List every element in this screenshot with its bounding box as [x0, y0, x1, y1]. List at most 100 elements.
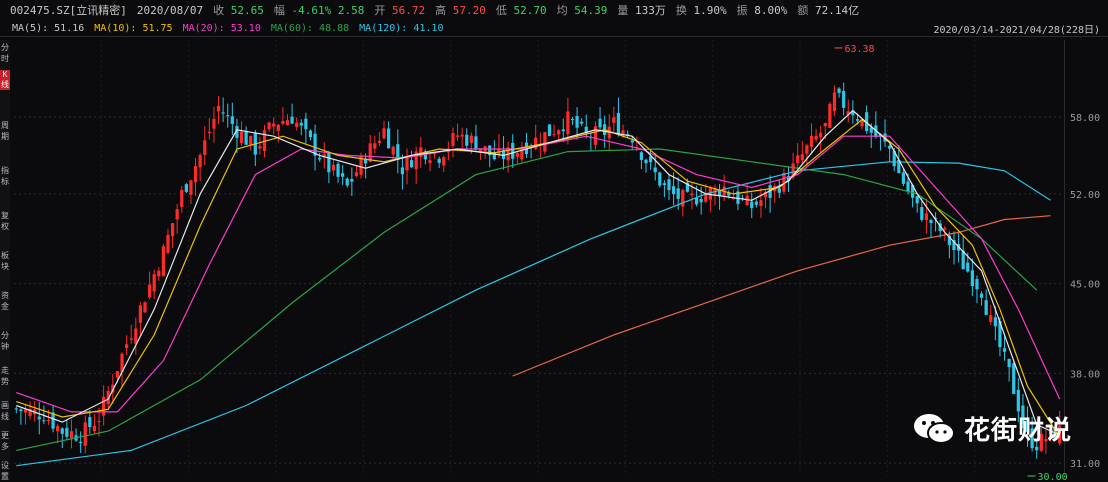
candle-body-134 — [630, 140, 634, 143]
candle-body-210 — [979, 293, 984, 298]
candle-body-100 — [474, 136, 478, 150]
candle-body-144 — [676, 188, 680, 199]
candle-body-18 — [97, 421, 101, 423]
candle-body-99 — [469, 135, 473, 143]
candle-body-173 — [809, 135, 814, 147]
candle-body-222 — [1035, 446, 1039, 451]
candle-body-32 — [161, 246, 165, 277]
candle-body-120 — [566, 111, 570, 135]
candle-body-73 — [350, 178, 354, 182]
candle-body-49 — [239, 131, 244, 144]
candle-body-171 — [800, 154, 804, 161]
candle-body-176 — [823, 123, 827, 127]
candle-body-35 — [175, 209, 179, 220]
candle-body-218 — [1016, 389, 1020, 412]
candle-body-95 — [451, 133, 455, 146]
candle-body-139 — [653, 167, 657, 173]
candle-body-96 — [455, 135, 460, 137]
candle-body-28 — [143, 302, 147, 313]
candle-body-55 — [267, 122, 271, 130]
candle-body-82 — [391, 146, 395, 155]
candle-body-19 — [102, 396, 106, 416]
candle-body-213 — [993, 317, 997, 327]
y-tick-label-0: 58.00 — [1070, 113, 1100, 124]
candle-body-71 — [341, 173, 345, 177]
candle-body-51 — [249, 135, 253, 145]
candle-body-42 — [207, 131, 211, 134]
candle-body-198 — [924, 213, 929, 221]
candle-body-90 — [428, 160, 432, 164]
candle-body-141 — [662, 183, 667, 186]
candle-body-178 — [832, 92, 837, 112]
candle-body-16 — [88, 417, 92, 428]
kline-chart: 58.00 52.00 45.00 38.00 31.00 63.38 30.00 — [0, 36, 1108, 480]
candle-body-131 — [616, 112, 621, 135]
candle-body-147 — [690, 193, 694, 196]
candle-body-109 — [515, 153, 519, 157]
candle-body-53 — [258, 146, 262, 149]
candle-body-38 — [189, 180, 193, 195]
candle-body-9 — [56, 426, 60, 432]
ma250-line — [512, 215, 1051, 377]
candle-body-196 — [915, 196, 919, 204]
y-tick-label-1: 52.00 — [1070, 190, 1100, 201]
candle-body-118 — [557, 130, 561, 135]
watermark: 花街财说 — [912, 410, 1072, 447]
candle-body-160 — [750, 201, 754, 209]
candle-body-14 — [79, 441, 83, 444]
candle-body-212 — [989, 315, 993, 322]
candle-body-30 — [152, 274, 156, 292]
candle-body-47 — [230, 116, 234, 124]
candle-body-175 — [819, 132, 823, 138]
candle-body-80 — [382, 128, 386, 139]
candle-body-2 — [23, 409, 28, 413]
candle-body-50 — [244, 131, 248, 145]
candle-body-150 — [704, 194, 708, 202]
candle-body-193 — [901, 172, 906, 184]
price-marker-label-0: 63.38 — [844, 44, 874, 55]
candle-body-63 — [304, 118, 308, 130]
y-tick-label-2: 45.00 — [1070, 280, 1100, 291]
candle-body-92 — [437, 158, 441, 163]
candle-body-110 — [520, 149, 524, 160]
candle-body-97 — [460, 134, 464, 137]
candle-body-177 — [828, 103, 832, 128]
candle-body-149 — [699, 199, 703, 203]
candle-body-29 — [147, 284, 152, 298]
candle-body-190 — [888, 145, 892, 149]
candle-body-98 — [465, 134, 469, 146]
candle-body-180 — [842, 90, 846, 108]
candle-body-11 — [65, 427, 69, 437]
candle-body-77 — [368, 143, 372, 162]
candle-body-215 — [1002, 348, 1007, 352]
candle-body-1 — [19, 409, 23, 412]
candle-body-208 — [970, 270, 974, 287]
candle-body-127 — [598, 118, 602, 128]
candle-body-60 — [290, 116, 294, 124]
candle-body-10 — [60, 428, 64, 434]
candle-body-36 — [180, 189, 184, 208]
candle-body-194 — [906, 181, 910, 192]
candle-body-17 — [92, 425, 97, 432]
candle-body-117 — [552, 134, 556, 136]
candle-body-108 — [511, 142, 515, 159]
candle-body-179 — [837, 88, 841, 93]
price-marker-label-1: 30.00 — [1038, 472, 1068, 480]
candle-body-136 — [639, 152, 644, 160]
candle-body-197 — [920, 207, 924, 220]
candle-body-25 — [129, 338, 133, 340]
candle-body-84 — [400, 167, 405, 175]
candle-body-78 — [373, 143, 377, 149]
candle-body-130 — [612, 117, 616, 123]
candle-body-33 — [166, 234, 170, 253]
candle-body-0 — [14, 408, 18, 410]
candle-body-5 — [37, 416, 41, 420]
candle-body-93 — [442, 157, 446, 166]
candle-body-137 — [644, 159, 648, 164]
candle-body-74 — [354, 172, 359, 177]
candle-body-119 — [561, 129, 565, 132]
candle-body-34 — [170, 223, 175, 237]
candle-body-142 — [667, 179, 671, 191]
candle-body-6 — [42, 420, 46, 422]
candle-body-43 — [212, 118, 216, 129]
